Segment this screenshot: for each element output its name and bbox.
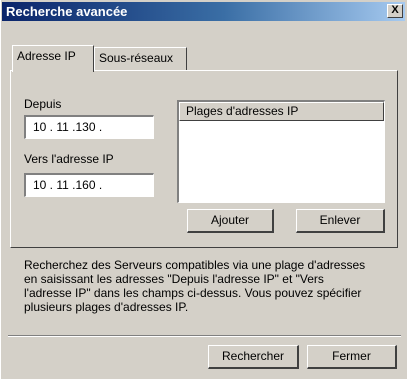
help-text-line: en saisissant les adresses "Depuis l'adr… bbox=[24, 272, 324, 286]
tab-ip-address-label: Adresse IP bbox=[17, 49, 76, 63]
help-text-line: l'adresse IP" dans les champs ci-dessus.… bbox=[24, 286, 362, 300]
help-text: Recherchez des Serveurs compatibles via … bbox=[24, 258, 392, 314]
help-text-line: Recherchez des Serveurs compatibles via … bbox=[24, 258, 366, 272]
help-text-line: plusieurs plages d'adresses IP. bbox=[24, 300, 189, 314]
tab-ip-address[interactable]: Adresse IP bbox=[12, 45, 94, 72]
title-bar[interactable]: Recherche avancée X bbox=[2, 2, 405, 21]
advanced-search-dialog: Recherche avancée X Adresse IP Sous-rése… bbox=[0, 0, 407, 379]
tab-panel bbox=[10, 70, 398, 248]
tab-subnets-label: Sous-réseaux bbox=[99, 51, 174, 65]
window-frame bbox=[0, 0, 2, 379]
tab-subnets[interactable]: Sous-réseaux bbox=[94, 47, 187, 70]
search-button[interactable]: Rechercher bbox=[208, 345, 299, 369]
window-title: Recherche avancée bbox=[6, 4, 128, 19]
close-button[interactable]: Fermer bbox=[307, 345, 397, 369]
bottom-separator bbox=[8, 335, 401, 337]
close-window-button[interactable]: X bbox=[387, 4, 403, 18]
